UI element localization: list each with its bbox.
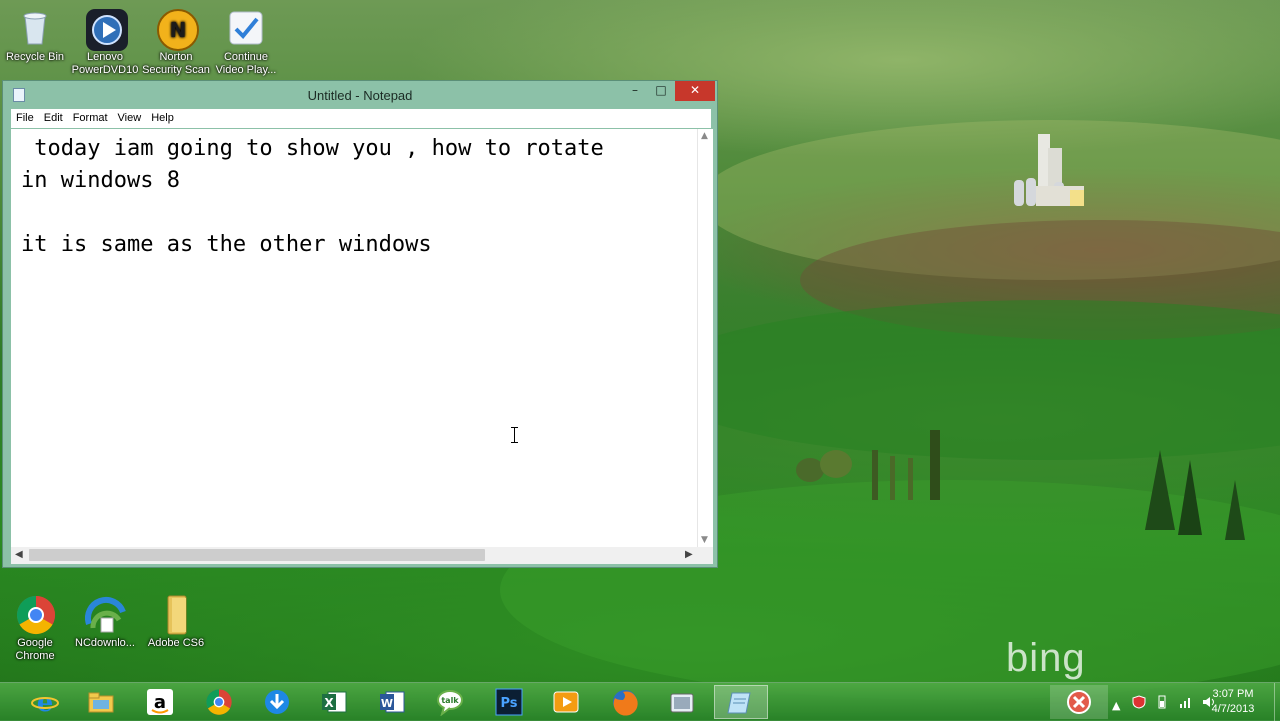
- text-editor-area[interactable]: today iam going to show you , how to rot…: [11, 129, 697, 547]
- svg-text:N: N: [170, 18, 187, 42]
- horizontal-scrollbar[interactable]: ◀ ▶: [11, 547, 713, 564]
- wallpaper-pines: [1145, 450, 1245, 540]
- text-cursor-icon: [511, 427, 518, 443]
- chrome-icon: [206, 689, 232, 715]
- clock-date: 4/7/2013: [1211, 703, 1255, 715]
- desktop-icon-continue-video[interactable]: Continue Video Play...: [211, 8, 281, 77]
- svg-text:X: X: [324, 696, 334, 710]
- ie-icon: e: [31, 688, 59, 716]
- menu-format[interactable]: Format: [68, 109, 113, 124]
- notepad-icon: [727, 692, 751, 714]
- media-player-icon: [553, 691, 579, 713]
- desktop-icon-norton[interactable]: N Norton Security Scan: [141, 8, 211, 77]
- taskbar-downloader[interactable]: [252, 685, 302, 719]
- maximize-button[interactable]: □: [649, 81, 673, 101]
- photoshop-icon: Ps: [495, 688, 523, 716]
- folder-icon: [88, 692, 114, 713]
- desktop-icon-adobe-cs6[interactable]: Adobe CS6: [141, 594, 211, 650]
- battery-icon[interactable]: [1155, 695, 1169, 709]
- scroll-left-icon[interactable]: ◀: [15, 549, 23, 560]
- clock-time: 3:07 PM: [1212, 688, 1254, 700]
- firefox-icon: [613, 690, 638, 716]
- taskbar-word[interactable]: W: [367, 685, 417, 719]
- taskbar-excel[interactable]: X: [309, 685, 359, 719]
- bing-watermark: bing: [1006, 636, 1086, 680]
- menu-view[interactable]: View: [113, 109, 147, 124]
- show-desktop-button[interactable]: [1274, 683, 1280, 721]
- menu-edit[interactable]: Edit: [39, 109, 68, 124]
- norton-icon: N: [156, 8, 199, 51]
- folder-icon: [156, 594, 196, 635]
- wallpaper-trees: [796, 430, 940, 500]
- horizontal-scroll-thumb[interactable]: [29, 549, 485, 561]
- document-text[interactable]: today iam going to show you , how to rot…: [11, 129, 697, 261]
- continue-video-icon: [226, 8, 266, 48]
- svg-text:e: e: [37, 688, 54, 716]
- taskbar-snipping-tool[interactable]: [657, 685, 707, 719]
- taskbar-photoshop[interactable]: Ps: [484, 685, 534, 719]
- word-icon: W: [380, 691, 405, 713]
- svg-text:W: W: [381, 697, 393, 710]
- svg-text:a: a: [154, 692, 166, 713]
- vertical-scrollbar[interactable]: ▲ ▼: [697, 129, 713, 547]
- security-shield-icon[interactable]: [1132, 695, 1146, 709]
- svg-text:talk: talk: [441, 696, 459, 705]
- scroll-down-icon[interactable]: ▼: [701, 535, 708, 545]
- scroll-up-icon[interactable]: ▲: [701, 131, 708, 141]
- menu-help[interactable]: Help: [146, 109, 179, 124]
- camera-icon: [670, 693, 694, 713]
- taskbar-file-explorer[interactable]: [76, 685, 126, 719]
- desktop-icon-chrome[interactable]: Google Chrome: [0, 594, 70, 663]
- desktop-icon-ncdownloader[interactable]: NCdownlo...: [70, 594, 140, 650]
- download-arrow-icon: [265, 690, 289, 714]
- minimize-button[interactable]: –: [623, 81, 647, 101]
- ncdownloader-icon: [84, 594, 126, 634]
- svg-text:Ps: Ps: [500, 696, 517, 711]
- desktop-icon-powerdvd[interactable]: Lenovo PowerDVD10: [70, 8, 140, 77]
- menu-bar: File Edit Format View Help: [11, 109, 711, 128]
- wallpaper-silo: [1014, 134, 1084, 206]
- powerdvd-icon: [85, 8, 128, 51]
- network-icon[interactable]: [1179, 695, 1193, 709]
- taskbar-internet-explorer[interactable]: e: [20, 685, 70, 719]
- window-title: Untitled - Notepad: [307, 88, 413, 103]
- talk-icon: talk: [437, 690, 463, 716]
- taskbar-chrome[interactable]: [194, 685, 244, 719]
- taskbar-notepad[interactable]: [714, 685, 768, 719]
- action-center-flag-icon: [1067, 690, 1091, 714]
- taskbar-media-player[interactable]: [541, 685, 591, 719]
- taskbar: e a X W talk Ps ▲ 3:07 PM 4/7/2013: [0, 682, 1280, 721]
- close-button[interactable]: ✕: [675, 81, 715, 101]
- amazon-icon: a: [147, 689, 173, 715]
- window-titlebar[interactable]: Untitled - Notepad – □ ✕: [3, 81, 717, 109]
- scroll-right-icon[interactable]: ▶: [685, 549, 693, 560]
- desktop-icon-recycle-bin[interactable]: Recycle Bin: [0, 8, 70, 64]
- recycle-bin-icon: [15, 8, 55, 48]
- taskbar-amazon[interactable]: a: [135, 685, 185, 719]
- excel-icon: X: [322, 691, 347, 713]
- taskbar-google-talk[interactable]: talk: [425, 685, 475, 719]
- taskbar-firefox[interactable]: [600, 685, 650, 719]
- notepad-window[interactable]: Untitled - Notepad – □ ✕ File Edit Format V…: [2, 80, 718, 568]
- chrome-icon: [15, 594, 56, 635]
- tray-action-center[interactable]: [1050, 685, 1108, 719]
- menu-file[interactable]: File: [11, 109, 39, 124]
- tray-chevron-icon[interactable]: ▲: [1112, 699, 1120, 712]
- taskbar-clock[interactable]: 3:07 PM 4/7/2013: [1200, 687, 1266, 717]
